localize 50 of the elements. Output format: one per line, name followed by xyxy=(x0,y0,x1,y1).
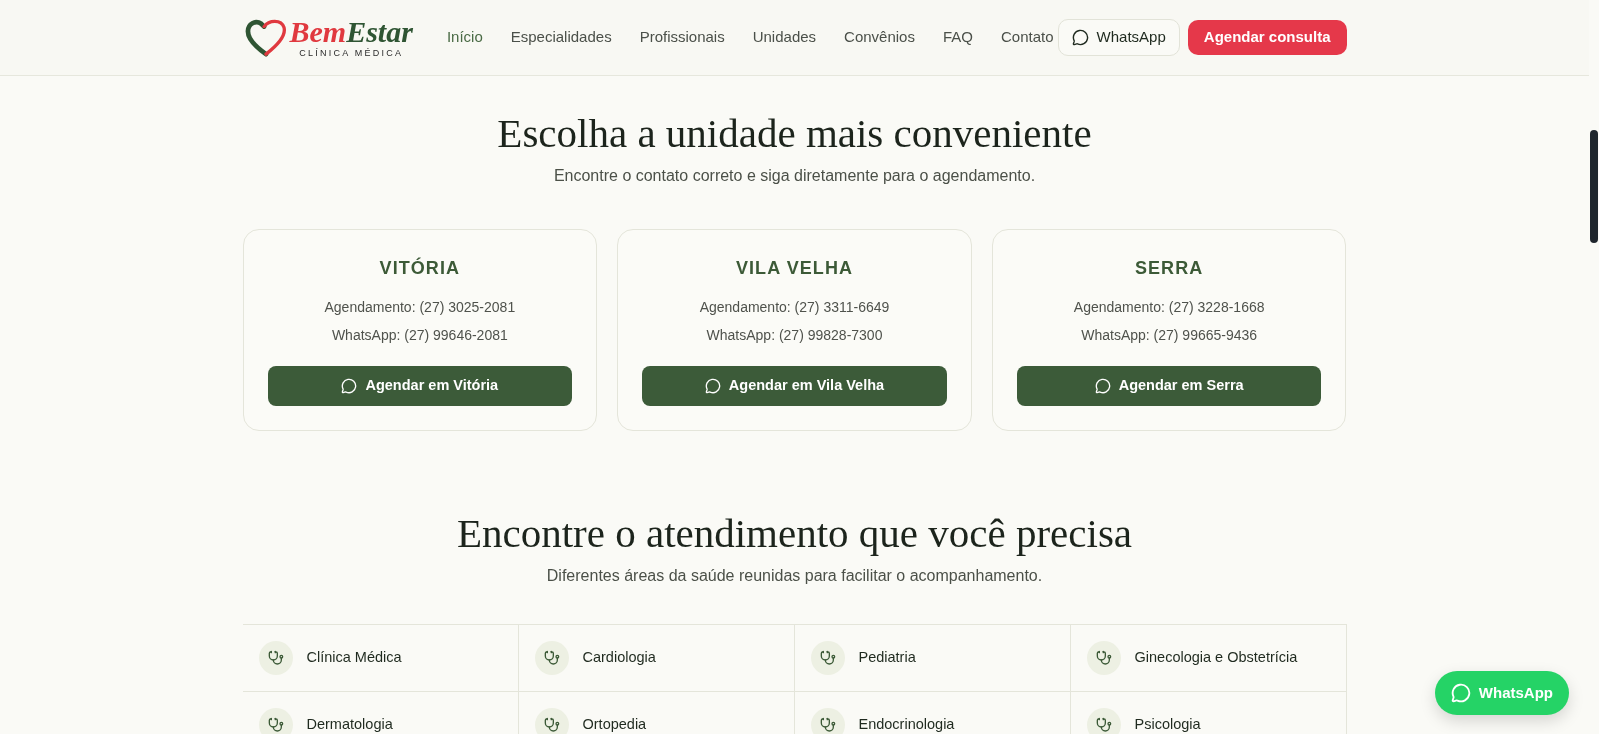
nav-link[interactable]: Contato xyxy=(1001,26,1054,49)
chat-bubble-icon xyxy=(1071,29,1089,46)
unit-schedule-button[interactable]: Agendar em Serra xyxy=(1016,366,1322,406)
specialty-name: Endocrinologia xyxy=(858,715,955,734)
stethoscope-icon xyxy=(810,641,845,675)
specialty-name: Clínica Médica xyxy=(306,648,402,668)
scheduling-phone: Agendamento: (27) 3025-2081 xyxy=(324,298,516,317)
chat-bubble-icon xyxy=(341,378,358,394)
specialty-name: Ortopedia xyxy=(582,715,647,734)
whatsapp-button[interactable]: WhatsApp xyxy=(1057,19,1180,56)
nav-link[interactable]: Profissionais xyxy=(639,26,725,49)
nav-link[interactable]: Convênios xyxy=(844,26,915,49)
scrollbar-thumb[interactable] xyxy=(1590,130,1598,243)
logo-tagline: CLÍNICA MÉDICA xyxy=(299,48,404,58)
unit-schedule-button[interactable]: Agendar em Vitória xyxy=(267,366,573,406)
stethoscope-icon xyxy=(534,641,569,675)
nav-link[interactable]: Unidades xyxy=(752,26,817,49)
nav-link[interactable]: FAQ xyxy=(942,26,973,49)
heart-logo-icon xyxy=(244,18,287,57)
logo-wordmark: BemEstar xyxy=(289,17,413,47)
nav-link[interactable]: Início xyxy=(446,26,483,49)
stethoscope-icon xyxy=(258,708,293,734)
stethoscope-icon xyxy=(1086,708,1121,734)
stethoscope-icon xyxy=(258,641,293,675)
stethoscope-icon xyxy=(810,708,845,734)
scheduling-phone: Agendamento: (27) 3311-6649 xyxy=(699,298,890,317)
unit-name: VITÓRIA xyxy=(379,256,461,280)
specialty-name: Ginecologia e Obstetrícia xyxy=(1134,648,1298,668)
section-subtitle: Diferentes áreas da saúde reunidas para facilitar o acompanhamento. xyxy=(546,566,1043,586)
nav-link[interactable]: Especialidades xyxy=(510,26,612,49)
stethoscope-icon xyxy=(534,708,569,734)
unit-name: SERRA xyxy=(1134,257,1204,280)
chat-bubble-icon xyxy=(704,378,721,394)
whatsapp-phone: WhatsApp: (27) 99646-2081 xyxy=(331,326,508,345)
specialty-name: Psicologia xyxy=(1134,715,1201,734)
unit-name: VILA VELHA xyxy=(735,257,854,280)
specialty-name: Pediatria xyxy=(858,648,916,668)
section-heading: Escolha a unidade mais conveniente xyxy=(497,110,1092,156)
specialty-name: Dermatologia xyxy=(306,715,393,734)
chat-bubble-icon xyxy=(1094,378,1111,394)
section-heading: Encontre o atendimento que você precisa xyxy=(456,510,1133,556)
whatsapp-phone: WhatsApp: (27) 99828-7300 xyxy=(706,326,883,345)
section-subtitle: Encontre o contato correto e siga diretamente para o agendamento. xyxy=(553,166,1036,186)
whatsapp-phone: WhatsApp: (27) 99665-9436 xyxy=(1081,326,1258,345)
chat-bubble-icon xyxy=(1450,683,1471,703)
schedule-button[interactable]: Agendar consulta xyxy=(1187,20,1347,55)
scheduling-phone: Agendamento: (27) 3228-1668 xyxy=(1073,298,1265,317)
stethoscope-icon xyxy=(1086,641,1121,675)
specialty-name: Cardiologia xyxy=(582,648,656,668)
unit-schedule-button[interactable]: Agendar em Vila Velha xyxy=(642,366,947,406)
